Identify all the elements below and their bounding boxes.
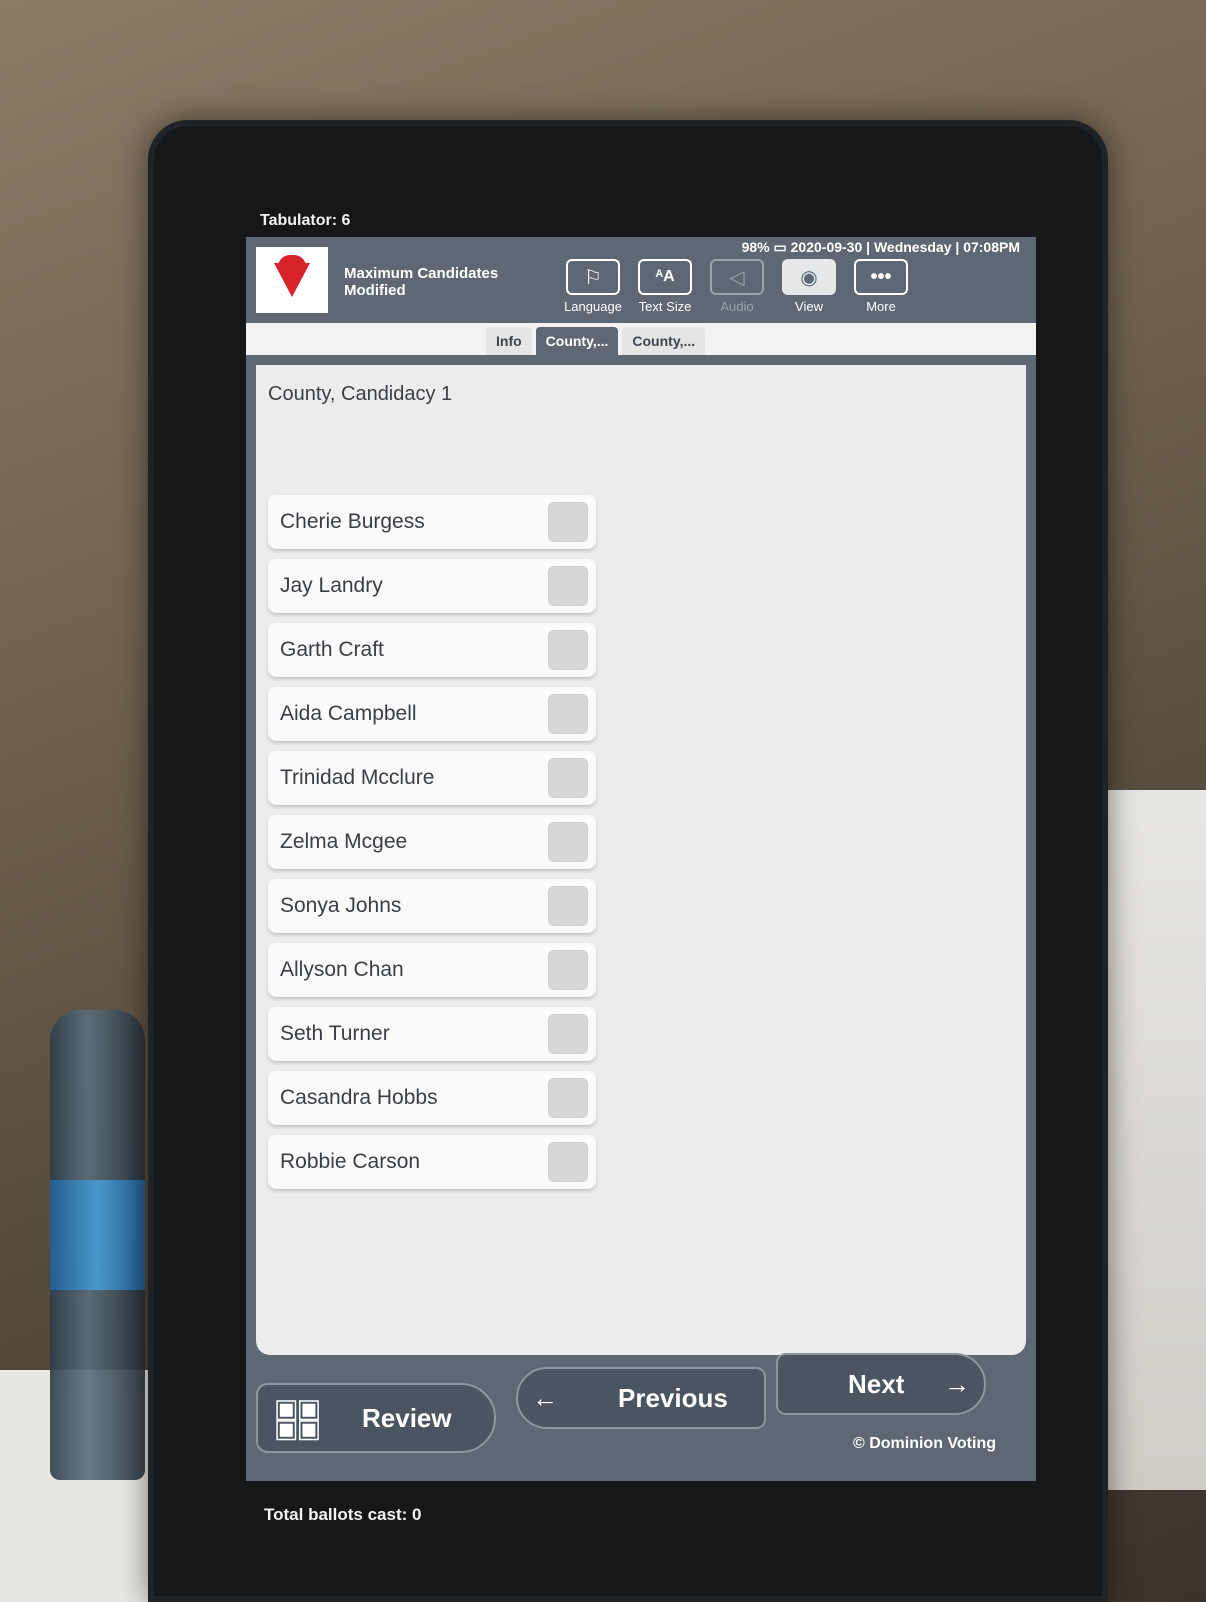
election-title: Maximum Candidates Modified xyxy=(344,265,499,299)
header: 98% ▭ 2020-09-30 | Wednesday | 07:08PM M… xyxy=(246,237,1036,323)
candidate-checkbox[interactable] xyxy=(548,758,588,798)
candidate-option[interactable]: Casandra Hobbs xyxy=(268,1071,596,1125)
navigation-bar: ▣▣ ▣▣ Review ← Previous Next → © Dominion… xyxy=(246,1353,1036,1481)
more-label: More xyxy=(866,299,896,314)
view-button[interactable]: ◉ View xyxy=(780,259,838,314)
arrow-left-icon: ← xyxy=(532,1382,558,1413)
language-button[interactable]: ⚐ Language xyxy=(564,259,622,314)
candidate-checkbox[interactable] xyxy=(548,1014,588,1054)
ballot-screen: 98% ▭ 2020-09-30 | Wednesday | 07:08PM M… xyxy=(246,237,1036,1481)
battery-level: 98% xyxy=(741,239,770,255)
previous-button[interactable]: ← Previous xyxy=(516,1367,766,1429)
battery-icon: ▭ xyxy=(773,239,791,255)
candidate-option[interactable]: Zelma Mcgee xyxy=(268,815,596,869)
candidate-checkbox[interactable] xyxy=(548,630,588,670)
tab-bar: Info County,... County,... xyxy=(246,323,1036,355)
tabulator-label: Tabulator: 6 xyxy=(260,212,351,229)
voting-tablet: Tabulator: 6 98% ▭ 2020-09-30 | Wednesda… xyxy=(148,120,1108,1602)
contest-panel: County, Candidacy 1 Cherie Burgess Jay L… xyxy=(256,365,1026,1355)
candidate-option[interactable]: Robbie Carson xyxy=(268,1135,596,1189)
candidate-checkbox[interactable] xyxy=(548,1078,588,1118)
review-label: Review xyxy=(362,1402,452,1433)
text-size-button[interactable]: ᴬA Text Size xyxy=(636,259,694,314)
candidate-name: Jay Landry xyxy=(280,574,383,597)
previous-label: Previous xyxy=(618,1382,728,1413)
candidate-checkbox[interactable] xyxy=(548,566,588,606)
eye-icon: ◉ xyxy=(782,259,836,295)
candidate-option[interactable]: Trinidad Mcclure xyxy=(268,751,596,805)
candidate-name: Zelma Mcgee xyxy=(280,830,408,853)
candidate-name: Allyson Chan xyxy=(280,958,404,981)
copyright: © Dominion Voting xyxy=(852,1435,996,1452)
contest-title: County, Candidacy 1 xyxy=(268,383,453,405)
speaker-icon: ◁ xyxy=(710,259,764,295)
candidate-name: Garth Craft xyxy=(280,638,384,661)
next-label: Next xyxy=(848,1368,905,1399)
candidate-name: Sonya Johns xyxy=(280,894,402,917)
tab-county-2[interactable]: County,... xyxy=(622,327,706,355)
flag-icon: ⚐ xyxy=(566,259,620,295)
logo-shape xyxy=(274,263,310,297)
background-water-bottle xyxy=(50,1010,145,1480)
candidate-checkbox[interactable] xyxy=(548,502,588,542)
dominion-logo xyxy=(256,247,328,313)
text-size-icon: ᴬA xyxy=(638,259,692,295)
candidate-name: Robbie Carson xyxy=(280,1150,421,1173)
tabs: Info County,... County,... xyxy=(486,327,706,355)
audio-label: Audio xyxy=(720,299,754,314)
candidate-name: Casandra Hobbs xyxy=(280,1086,438,1109)
more-button[interactable]: ••• More xyxy=(852,259,910,314)
candidate-checkbox[interactable] xyxy=(548,694,588,734)
language-label: Language xyxy=(564,299,622,314)
candidate-option[interactable]: Cherie Burgess xyxy=(268,495,596,549)
toolbar: ⚐ Language ᴬA Text Size ◁ Audio ◉ View •… xyxy=(564,259,910,314)
candidate-name: Cherie Burgess xyxy=(280,510,425,533)
candidate-option[interactable]: Seth Turner xyxy=(268,1007,596,1061)
candidate-option[interactable]: Sonya Johns xyxy=(268,879,596,933)
view-label: View xyxy=(795,299,823,314)
audio-button[interactable]: ◁ Audio xyxy=(708,259,766,314)
total-ballots-cast: Total ballots cast: 0 xyxy=(264,1505,422,1524)
tab-info[interactable]: Info xyxy=(486,327,532,355)
candidate-option[interactable]: Aida Campbell xyxy=(268,687,596,741)
tab-county-1[interactable]: County,... xyxy=(535,327,619,355)
datetime: 2020-09-30 | Wednesday | 07:08PM xyxy=(790,239,1020,255)
candidate-list: Cherie Burgess Jay Landry Garth Craft Ai… xyxy=(268,495,596,1189)
review-button[interactable]: ▣▣ ▣▣ Review xyxy=(256,1383,496,1453)
candidate-name: Trinidad Mcclure xyxy=(280,766,435,789)
candidate-checkbox[interactable] xyxy=(548,822,588,862)
more-icon: ••• xyxy=(854,259,908,295)
contest-frame: County, Candidacy 1 Cherie Burgess Jay L… xyxy=(246,355,1036,1481)
candidate-option[interactable]: Jay Landry xyxy=(268,559,596,613)
candidate-option[interactable]: Garth Craft xyxy=(268,623,596,677)
arrow-right-icon: → xyxy=(944,1368,970,1399)
candidate-checkbox[interactable] xyxy=(548,886,588,926)
bottle-label xyxy=(50,1180,145,1290)
candidate-checkbox[interactable] xyxy=(548,1142,588,1182)
review-grid-icon: ▣▣ ▣▣ xyxy=(274,1393,321,1443)
text-size-label: Text Size xyxy=(638,299,692,314)
status-bar: 98% ▭ 2020-09-30 | Wednesday | 07:08PM xyxy=(742,239,1020,256)
next-button[interactable]: Next → xyxy=(776,1353,986,1415)
candidate-name: Aida Campbell xyxy=(280,702,417,725)
candidate-name: Seth Turner xyxy=(280,1022,390,1045)
candidate-checkbox[interactable] xyxy=(548,950,588,990)
candidate-option[interactable]: Allyson Chan xyxy=(268,943,596,997)
